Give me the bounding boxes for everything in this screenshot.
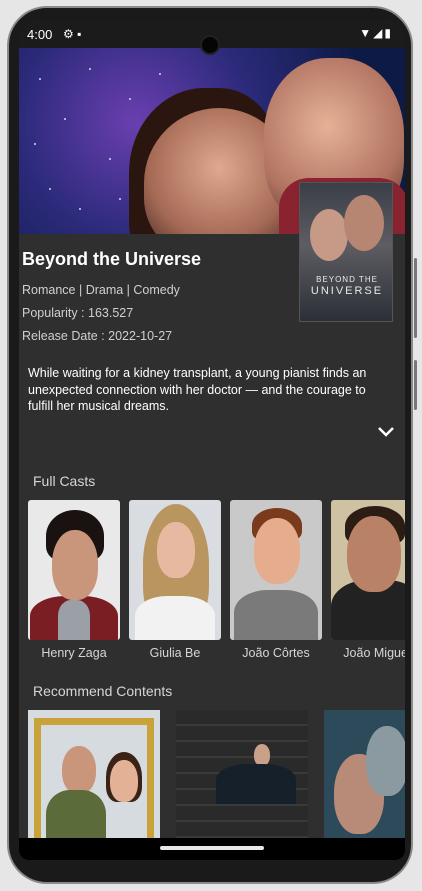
navigation-bar <box>19 838 405 860</box>
cast-photo <box>129 500 221 640</box>
recommend-list[interactable] <box>28 710 405 850</box>
side-button <box>414 360 417 410</box>
cast-name: João Miguel <box>343 646 405 660</box>
poster-title-top: BEYOND THE <box>316 275 378 284</box>
cast-section-title: Full Casts <box>33 473 96 489</box>
status-time: 4:00 <box>27 27 53 42</box>
movie-overview: While waiting for a kidney transplant, a… <box>28 366 367 413</box>
cast-card[interactable]: Giulia Be <box>129 500 221 660</box>
side-button <box>414 258 417 338</box>
camera-cutout <box>200 35 220 55</box>
cast-photo <box>230 500 322 640</box>
cast-card[interactable]: Henry Zaga <box>28 500 120 660</box>
poster-title-bottom: UNIVERSE <box>310 285 384 297</box>
settings-icon: ⚙ ▪ <box>63 27 82 41</box>
movie-release-date: Release Date : 2022-10-27 <box>22 329 173 343</box>
recommend-section-title: Recommend Contents <box>33 683 173 699</box>
cast-list[interactable]: Henry Zaga Giulia Be João Côrtes João Mi… <box>28 500 405 670</box>
expand-chevron-icon[interactable] <box>375 420 397 442</box>
cast-card[interactable]: João Miguel <box>331 500 405 660</box>
cast-photo <box>28 500 120 640</box>
movie-poster[interactable]: BEYOND THE UNIVERSE <box>299 182 393 322</box>
cast-card[interactable]: João Côrtes <box>230 500 322 660</box>
movie-title: Beyond the Universe <box>22 249 202 269</box>
recommend-card[interactable] <box>28 710 160 840</box>
cast-name: Henry Zaga <box>41 646 107 660</box>
recommend-card[interactable] <box>324 710 405 840</box>
signal-battery-icon: ▼◢▮ <box>359 26 393 40</box>
cast-name: João Côrtes <box>242 646 310 660</box>
home-handle[interactable] <box>160 846 264 850</box>
movie-popularity: Popularity : 163.527 <box>22 306 134 320</box>
movie-genres: Romance | Drama | Comedy <box>22 283 180 297</box>
recommend-card[interactable] <box>176 710 308 840</box>
cast-photo <box>331 500 405 640</box>
cast-name: Giulia Be <box>149 646 201 660</box>
app-screen: 4:00 ⚙ ▪ ▼◢▮ BEYOND THE UNIVERSE Beyond … <box>19 20 405 860</box>
